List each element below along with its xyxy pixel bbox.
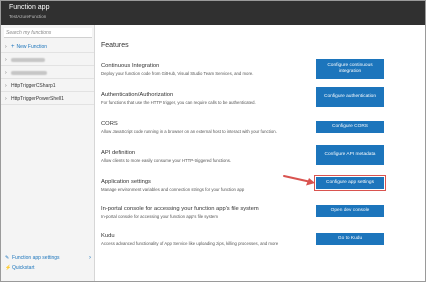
quickstart-label: Quickstart [12,265,35,271]
header-bar: Function app TestAzureFunction [1,1,425,25]
feature-description: Allow clients to more easily consume you… [101,158,232,163]
feature-continuous-integration: Continuous Integration Deploy your funct… [101,63,301,76]
app-title: Function app [9,4,50,11]
feature-api-definition: API definition Allow clients to more eas… [101,150,301,163]
feature-title: Application settings [101,179,151,185]
chevron-right-icon: › [5,57,7,63]
feature-description: Deploy your function code from GitHub, V… [101,71,254,76]
feature-description: Manage environment variables and connect… [101,187,245,192]
feature-description: Allow JavaScript code running in a brows… [101,129,277,134]
feature-description: Access advanced functionality of App Ser… [101,241,279,246]
sidebar-bottom: ✎ Function app settings › ⚡Quickstart [1,253,94,273]
new-function-label: New Function [16,44,48,50]
sidebar-item-httptriggerpowershell1[interactable]: › HttpTriggerPowerShell1 [1,93,94,105]
go-to-kudu-button[interactable]: Go to Kudu [316,233,384,245]
feature-title: Continuous Integration [101,63,160,69]
function-app-settings-link[interactable]: ✎ Function app settings › [1,253,94,263]
configure-continuous-integration-button[interactable]: Configure continuous integration [316,59,384,79]
feature-kudu: Kudu Access advanced functionality of Ap… [101,233,301,246]
app-window: Function app TestAzureFunction Search my… [0,0,426,282]
configure-cors-button[interactable]: Configure CORS [316,121,384,133]
feature-cors: CORS Allow JavaScript code running in a … [101,121,301,134]
feature-title: Authentication/Authorization [101,92,174,98]
feature-in-portal-console: In-portal console for accessing your fun… [101,206,301,219]
configure-app-settings-button[interactable]: Configure app settings [314,175,386,191]
quickstart-link[interactable]: ⚡Quickstart [1,263,94,273]
chevron-right-icon: › [89,255,91,261]
plus-icon: + [11,44,15,50]
red-arrow-icon [283,175,315,186]
feature-application-settings: Application settings Manage environment … [101,179,301,192]
configure-authentication-button[interactable]: Configure authentication [316,87,384,107]
sidebar-item-label: HttpTriggerPowerShell1 [11,96,64,102]
sidebar-item-label: HttpTriggerCSharp1 [11,83,56,89]
wrench-icon: ✎ [5,255,10,261]
redacted-label [11,70,47,75]
feature-authentication: Authentication/Authorization For functio… [101,92,301,105]
feature-description: For functions that use the HTTP trigger,… [101,100,256,105]
new-function-button[interactable]: › + New Function [1,41,94,53]
chevron-right-icon: › [5,44,7,50]
sidebar: Search my functions › + New Function › › ›… [1,25,95,281]
sidebar-item-httptriggercsharp1[interactable]: › HttpTriggerCSharp1 [1,80,94,92]
feature-title: Kudu [101,233,115,239]
lightning-icon: ⚡ [5,265,12,271]
function-app-settings-label: Function app settings [12,255,60,261]
main-content: Features Continuous Integration Deploy y… [96,25,425,281]
feature-title: CORS [101,121,118,127]
configure-api-metadata-button[interactable]: Configure API metadata [316,145,384,165]
sidebar-item-redacted-1[interactable]: › [1,54,94,66]
search-functions-input[interactable]: Search my functions [4,28,92,38]
chevron-right-icon: › [5,83,7,89]
feature-title: In-portal console for accessing your fun… [101,206,259,212]
sidebar-item-redacted-2[interactable]: › [1,67,94,79]
chevron-right-icon: › [5,70,7,76]
chevron-right-icon: › [5,96,7,102]
app-subtitle: TestAzureFunction [9,14,47,19]
redacted-label [11,57,45,62]
feature-description: In-portal console for accessing your fun… [101,214,218,219]
feature-title: API definition [101,150,136,156]
open-dev-console-button[interactable]: Open dev console [316,205,384,217]
features-title: Features [101,42,129,49]
